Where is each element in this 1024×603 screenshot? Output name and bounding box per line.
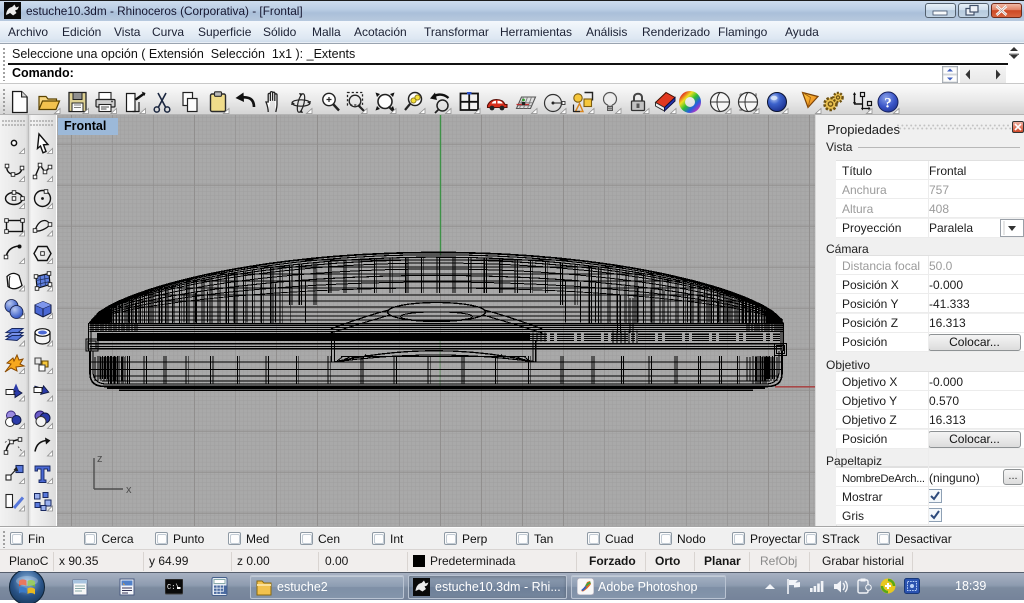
svg-text:z: z: [97, 453, 103, 465]
svg-text:?: ?: [884, 96, 892, 112]
svg-text:x: x: [126, 484, 132, 496]
